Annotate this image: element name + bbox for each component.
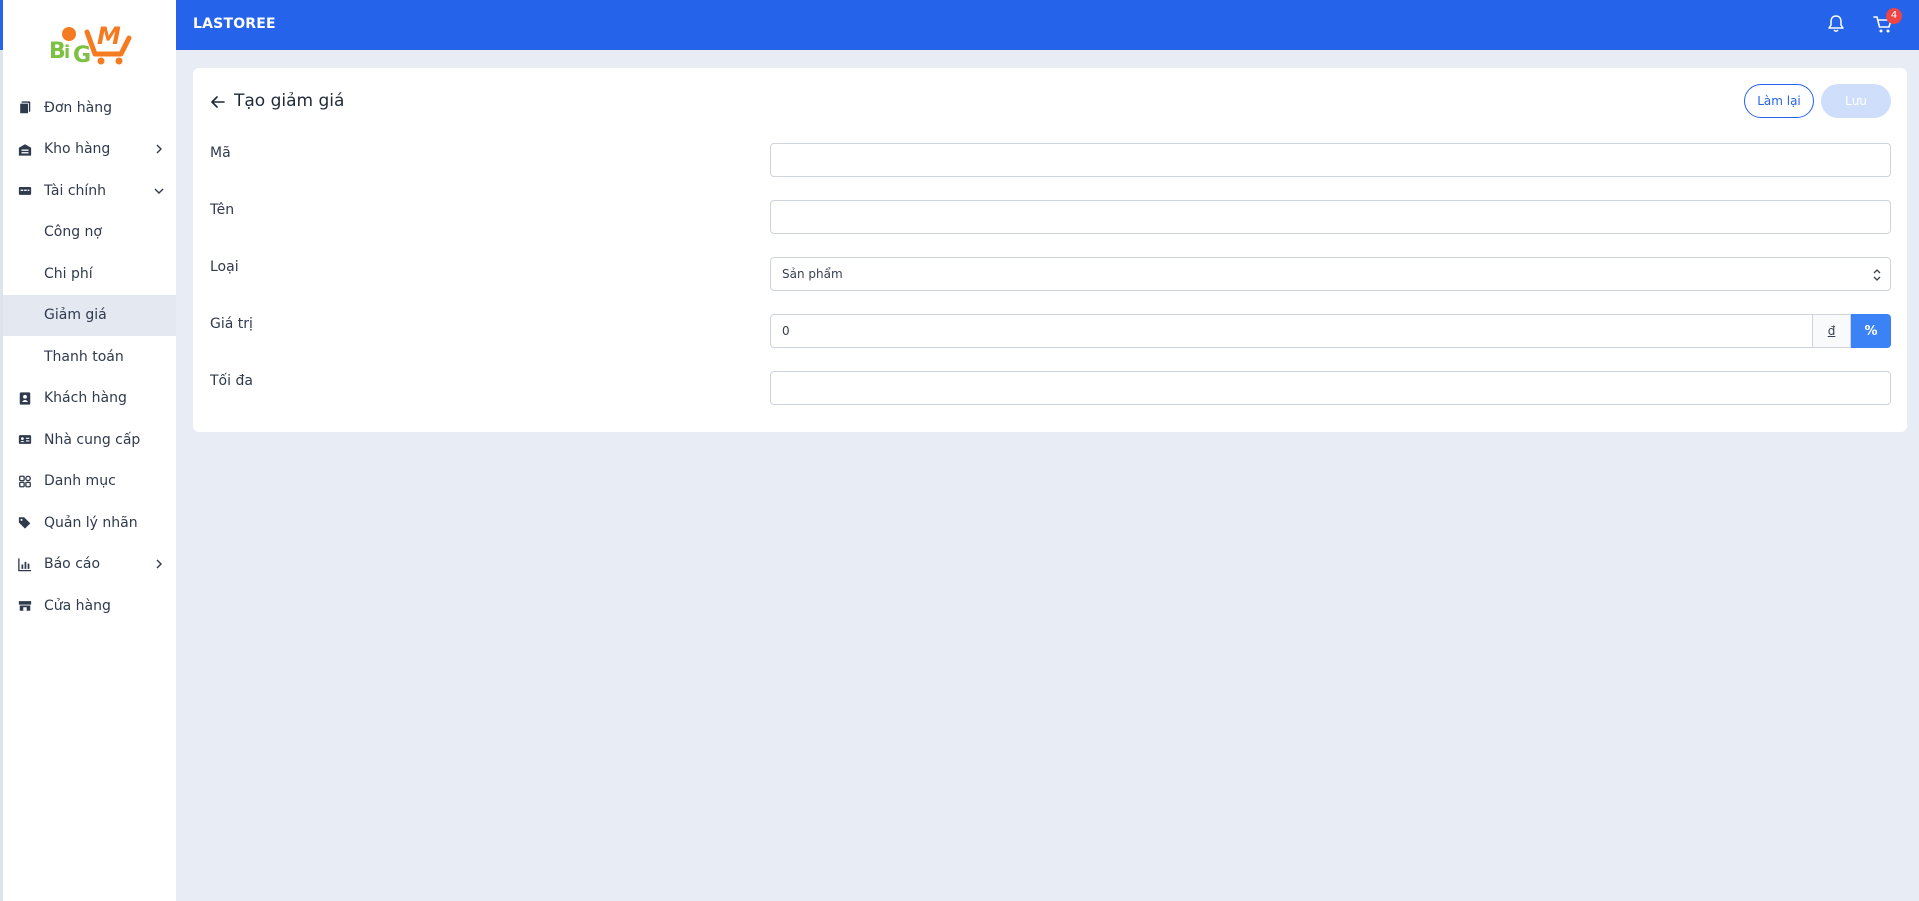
store-icon xyxy=(17,598,32,613)
sidebar-item-debt[interactable]: Công nợ xyxy=(3,212,176,254)
type-select[interactable]: Sản phẩm xyxy=(770,257,1891,291)
type-label: Loại xyxy=(210,259,239,275)
sidebar-item-label: Thanh toán xyxy=(44,348,124,365)
unit-percent-button[interactable]: % xyxy=(1851,314,1891,348)
code-label: Mã xyxy=(210,145,231,161)
sidebar-item-customers[interactable]: Khách hàng xyxy=(3,378,176,420)
sidebar-item-orders[interactable]: Đơn hàng xyxy=(3,87,176,129)
warehouse-icon xyxy=(17,142,32,157)
sidebar-item-label: Khách hàng xyxy=(44,390,127,407)
sidebar-accent xyxy=(0,0,3,50)
sidebar-item-label: Giảm giá xyxy=(44,307,107,324)
max-input[interactable] xyxy=(770,371,1891,405)
sidebar-item-payments[interactable]: Thanh toán xyxy=(3,336,176,378)
sidebar-item-warehouse[interactable]: Kho hàng xyxy=(3,129,176,171)
code-row: Mã xyxy=(210,143,1891,177)
name-input[interactable] xyxy=(770,200,1891,234)
report-icon xyxy=(17,557,32,572)
max-label: Tối đa xyxy=(210,373,253,389)
code-input[interactable] xyxy=(770,143,1891,177)
sidebar-item-label: Tài chính xyxy=(44,182,107,199)
sidebar-item-suppliers[interactable]: Nhà cung cấp xyxy=(3,419,176,461)
svg-text:G: G xyxy=(73,43,91,66)
sidebar-item-label: Danh mục xyxy=(44,473,116,490)
finance-icon xyxy=(17,183,32,198)
sidebar-item-finance[interactable]: Tài chính xyxy=(3,170,176,212)
brand-logo[interactable]: B i G M xyxy=(47,14,135,68)
select-updown-icon xyxy=(1873,269,1881,281)
back-arrow-icon[interactable] xyxy=(210,94,226,110)
sidebar-item-label: Cửa hàng xyxy=(44,597,111,614)
sidebar-item-expenses[interactable]: Chi phí xyxy=(3,253,176,295)
value-label: Giá trị xyxy=(210,316,253,332)
sidebar-item-label: Chi phí xyxy=(44,265,93,282)
sidebar-item-label: Quản lý nhãn xyxy=(44,514,138,531)
create-discount-card: Tạo giảm giá Làm lại Lưu Mã Tên Loại Sản… xyxy=(193,68,1907,432)
chevron-down-icon xyxy=(154,188,164,194)
orders-icon xyxy=(17,100,32,115)
sidebar: B i G M Đơn hàng Kho hàng Tài chính Công… xyxy=(0,0,176,901)
sidebar-item-reports[interactable]: Báo cáo xyxy=(3,544,176,586)
save-button[interactable]: Lưu xyxy=(1821,84,1891,118)
sidebar-nav: Đơn hàng Kho hàng Tài chính Công nợ Chi … xyxy=(3,87,176,627)
svg-text:M: M xyxy=(97,22,121,50)
sidebar-item-label: Đơn hàng xyxy=(44,99,112,116)
type-row: Loại Sản phẩm xyxy=(210,257,1891,291)
svg-text:i: i xyxy=(64,42,70,63)
reset-button[interactable]: Làm lại xyxy=(1744,84,1814,118)
customer-icon xyxy=(17,391,32,406)
chevron-right-icon xyxy=(156,559,162,569)
value-row: Giá trị đ % xyxy=(210,314,1891,348)
cart-count-badge: 4 xyxy=(1886,8,1902,24)
top-bar: LASTOREE 4 xyxy=(176,0,1919,50)
sidebar-item-categories[interactable]: Danh mục xyxy=(3,461,176,503)
name-row: Tên xyxy=(210,200,1891,234)
supplier-icon xyxy=(17,432,32,447)
type-selected-value: Sản phẩm xyxy=(782,267,843,281)
sidebar-item-label: Công nợ xyxy=(44,224,102,241)
sidebar-item-label: Nhà cung cấp xyxy=(44,431,141,448)
max-row: Tối đa xyxy=(210,371,1891,405)
page-title: Tạo giảm giá xyxy=(234,91,345,111)
sidebar-item-store[interactable]: Cửa hàng xyxy=(3,585,176,627)
name-label: Tên xyxy=(210,202,235,218)
unit-vnd-button[interactable]: đ xyxy=(1813,314,1851,348)
chevron-right-icon xyxy=(156,144,162,154)
value-input[interactable] xyxy=(770,314,1813,348)
app-title: LASTOREE xyxy=(193,16,276,32)
category-icon xyxy=(17,474,32,489)
bell-icon[interactable] xyxy=(1826,14,1846,34)
tags-icon xyxy=(17,515,32,530)
sidebar-item-tags[interactable]: Quản lý nhãn xyxy=(3,502,176,544)
sidebar-item-label: Báo cáo xyxy=(44,556,101,573)
sidebar-item-label: Kho hàng xyxy=(44,141,111,158)
sidebar-item-discounts[interactable]: Giảm giá xyxy=(3,294,176,336)
